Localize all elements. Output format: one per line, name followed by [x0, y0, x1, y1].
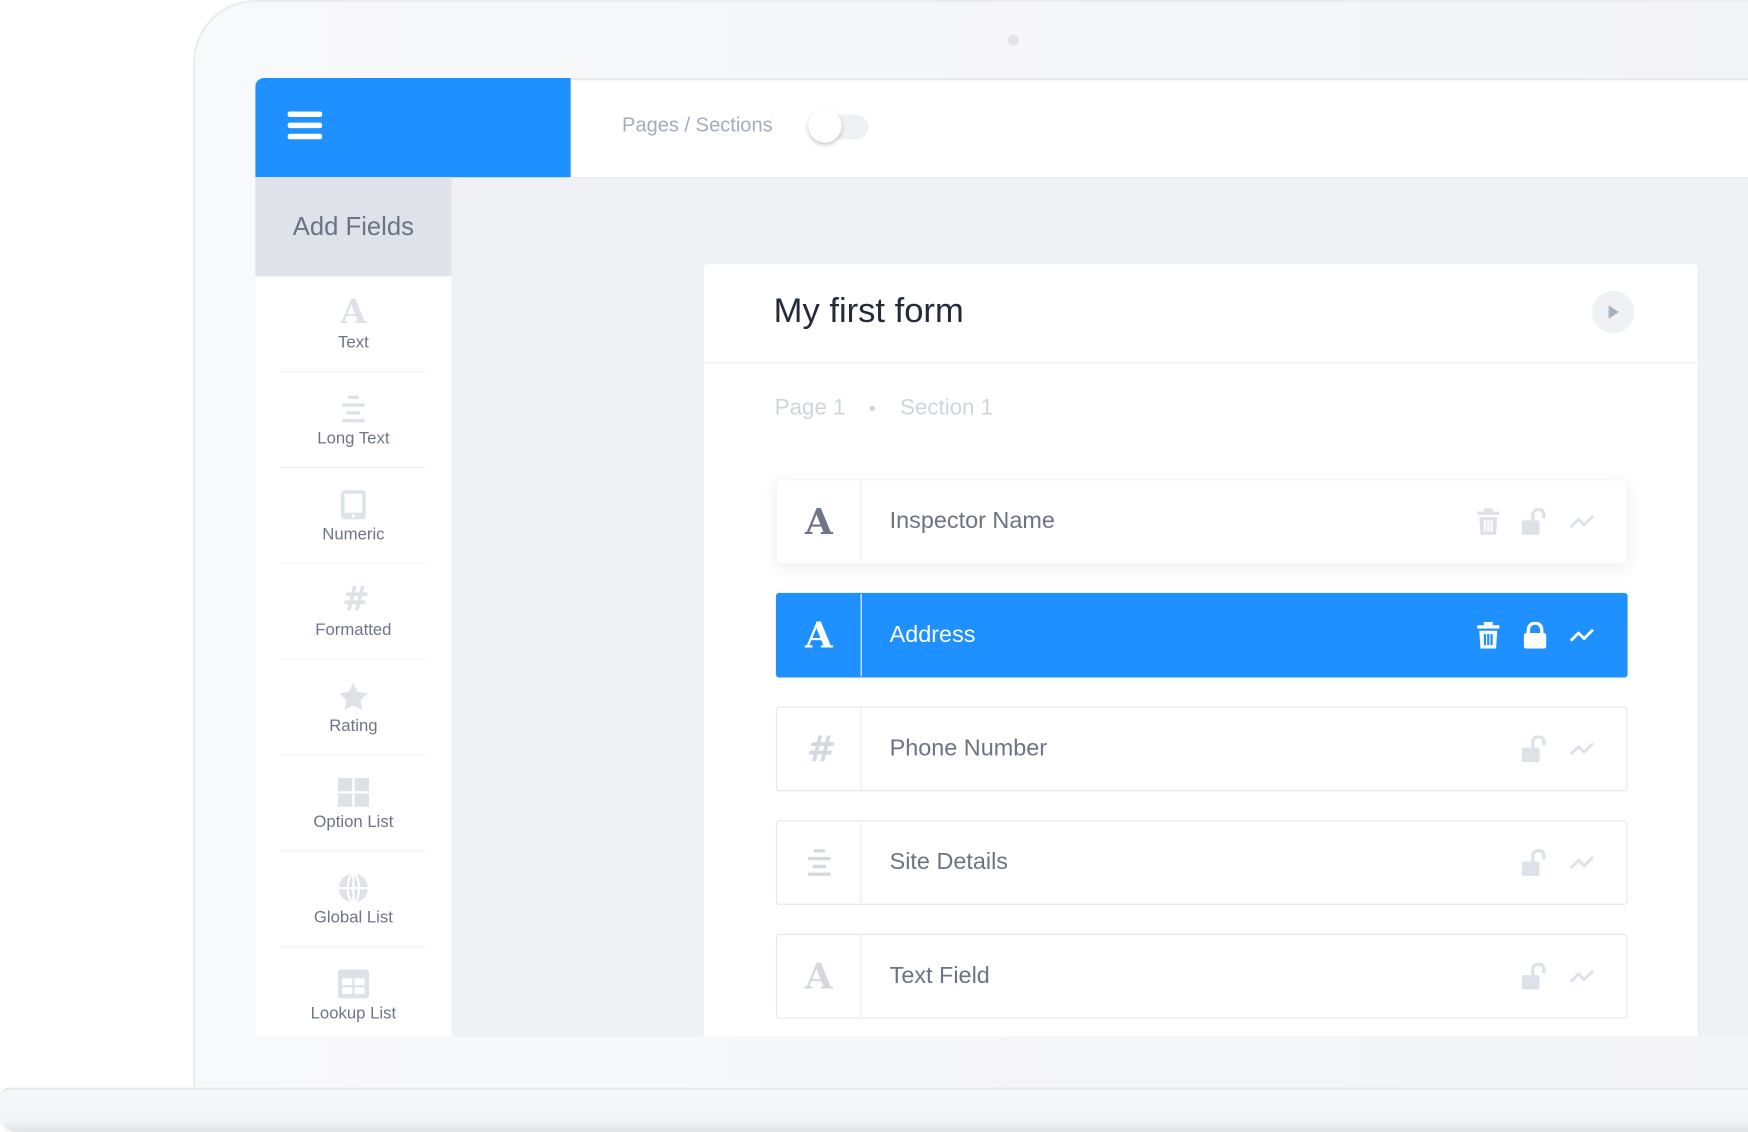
form-header: My first form	[703, 264, 1698, 364]
play-icon	[1608, 305, 1619, 319]
camera-dot	[1007, 34, 1019, 46]
unlock-icon[interactable]	[1521, 962, 1549, 990]
form-field-row[interactable]: A Text Field	[775, 933, 1628, 1019]
globe-icon	[338, 870, 369, 906]
grid-icon	[337, 775, 369, 811]
section-label[interactable]: Section 1	[900, 396, 993, 422]
add-fields-sidebar: Add Fields A Text Long Text Numeric # Fo…	[255, 177, 452, 1037]
field-actions	[1521, 962, 1627, 990]
form-field-row[interactable]: A Inspector Name	[775, 479, 1628, 564]
app-screen: Pages / Sections Add Fields A Text Long …	[255, 78, 1748, 1037]
hamburger-icon[interactable]	[287, 111, 323, 142]
form-title: My first form	[773, 290, 964, 330]
lock-icon[interactable]	[1522, 621, 1549, 649]
unlock-icon[interactable]	[1521, 735, 1549, 763]
align-center-icon	[777, 821, 862, 904]
star-icon	[338, 679, 369, 715]
field-type-label: Long Text	[317, 429, 390, 448]
field-actions	[1521, 849, 1627, 876]
field-name: Text Field	[889, 962, 990, 989]
laptop-base	[0, 1087, 1748, 1132]
unlock-icon[interactable]	[1521, 849, 1549, 876]
trash-icon[interactable]	[1475, 621, 1502, 649]
hash-icon: #	[777, 707, 862, 791]
laptop-mockup: Pages / Sections Add Fields A Text Long …	[0, 0, 1748, 1132]
field-type-formatted[interactable]: # Formatted	[279, 564, 427, 660]
field-type-list: A Text Long Text Numeric # Formatted Rat…	[255, 276, 451, 1036]
form-field-row[interactable]: # Phone Number	[775, 706, 1628, 792]
text-a-icon: A	[777, 934, 862, 1018]
field-type-global-list[interactable]: Global List	[279, 851, 427, 948]
field-actions	[1521, 735, 1627, 763]
pages-sections-label: Pages / Sections	[622, 113, 773, 136]
form-field-list: A Inspector Name A Address # Phone Numbe…	[775, 479, 1628, 1036]
field-name: Site Details	[889, 849, 1009, 875]
field-type-label: Option List	[313, 812, 394, 832]
text-a-icon: A	[340, 293, 367, 333]
page-label[interactable]: Page 1	[775, 396, 846, 422]
field-type-label: Numeric	[322, 524, 385, 544]
field-name: Inspector Name	[889, 508, 1055, 534]
text-a-icon: A	[777, 480, 862, 563]
trend-icon[interactable]	[1569, 849, 1596, 876]
field-type-label: Rating	[329, 716, 378, 736]
unlock-icon[interactable]	[1521, 508, 1549, 535]
field-type-numeric[interactable]: Numeric	[279, 468, 427, 564]
trend-icon[interactable]	[1569, 736, 1596, 763]
field-type-rating[interactable]: Rating	[279, 660, 427, 756]
align-center-icon	[340, 391, 367, 427]
toggle-knob[interactable]	[808, 109, 842, 143]
field-type-long-text[interactable]: Long Text	[279, 372, 427, 469]
field-type-option-list[interactable]: Option List	[279, 756, 427, 852]
preview-play-button[interactable]	[1591, 290, 1635, 334]
sidebar-title: Add Fields	[255, 177, 452, 277]
brand-bar	[255, 78, 571, 178]
text-a-icon: A	[777, 593, 862, 677]
field-type-label: Formatted	[315, 620, 392, 640]
pages-sections-toggle[interactable]	[808, 109, 869, 143]
form-field-row[interactable]: Site Details	[775, 820, 1628, 905]
field-type-label: Lookup List	[310, 1004, 397, 1024]
field-type-label: Global List	[313, 908, 393, 928]
form-field-row-selected[interactable]: A Address	[775, 592, 1628, 678]
field-name: Phone Number	[889, 735, 1048, 762]
trash-icon[interactable]	[1475, 508, 1502, 535]
field-actions	[1475, 621, 1627, 649]
field-type-text[interactable]: A Text	[279, 276, 427, 373]
breadcrumb-separator	[869, 405, 876, 412]
table-icon	[337, 966, 369, 1002]
field-name: Address	[889, 621, 976, 648]
form-card: My first form Page 1 Section 1 A Inspect…	[703, 264, 1698, 1037]
trend-icon[interactable]	[1569, 508, 1596, 535]
hash-icon: #	[341, 580, 366, 620]
page-section-breadcrumb: Page 1 Section 1	[775, 396, 993, 422]
top-bar: Pages / Sections	[570, 78, 1748, 178]
tablet-icon	[340, 487, 367, 523]
field-actions	[1475, 508, 1627, 535]
trend-icon[interactable]	[1569, 622, 1596, 649]
field-type-lookup-list[interactable]: Lookup List	[280, 947, 427, 1036]
field-type-label: Text	[338, 333, 369, 353]
trend-icon[interactable]	[1569, 963, 1596, 990]
